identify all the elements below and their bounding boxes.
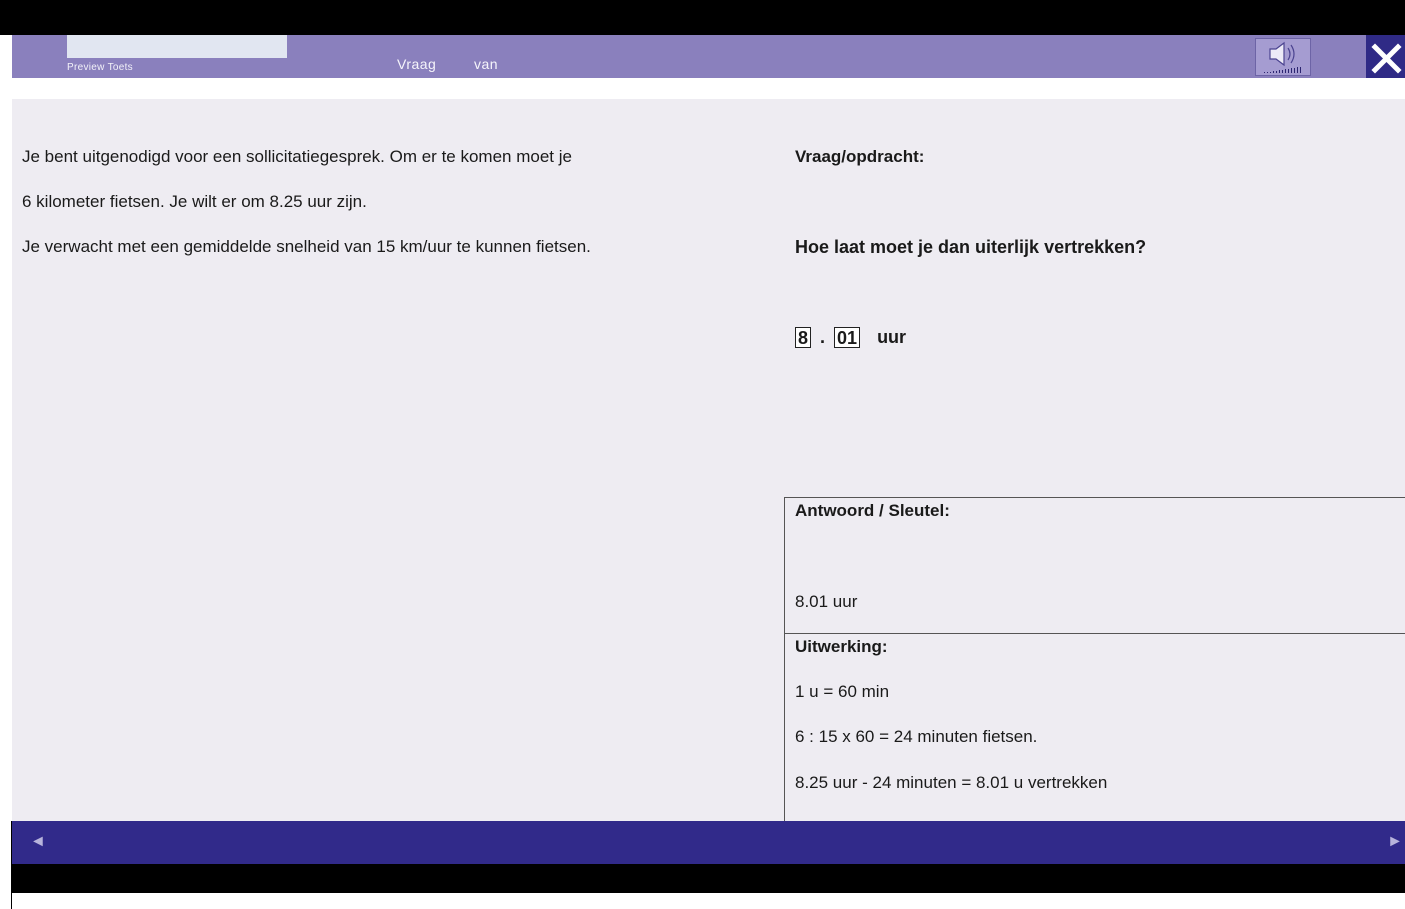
header-bar: Preview Toets Vraag van <box>12 35 1405 78</box>
previous-arrow-icon[interactable]: ◄ <box>30 833 46 851</box>
question-counter-of: van <box>474 56 499 72</box>
worked-solution-line-3: 8.25 uur - 24 minuten = 8.01 u vertrekke… <box>795 773 1108 792</box>
question-content: Je bent uitgenodigd voor een sollicitati… <box>12 99 1405 821</box>
left-edge-divider <box>11 821 12 909</box>
worked-solution-panel: Uitwerking: 1 u = 60 min 6 : 15 x 60 = 2… <box>784 634 1405 821</box>
top-black-bar <box>0 0 1405 35</box>
hours-input[interactable]: 8 <box>795 327 812 348</box>
bottom-black-bar <box>12 864 1405 893</box>
answer-key-panel: Antwoord / Sleutel: 8.01 uur <box>784 497 1405 634</box>
context-line-2: 6 kilometer fietsen. Je wilt er om 8.25 … <box>22 192 367 211</box>
worked-solution-heading: Uitwerking: <box>795 637 888 656</box>
context-line-3: Je verwacht met een gemiddelde snelheid … <box>22 237 591 256</box>
close-button[interactable] <box>1366 35 1405 78</box>
minutes-input[interactable]: 01 <box>834 327 861 348</box>
navigation-bar: ◄ ► <box>12 821 1405 864</box>
answer-key-value: 8.01 uur <box>795 592 858 611</box>
question-text: Hoe laat moet je dan uiterlijk vertrekke… <box>795 237 1147 257</box>
question-heading: Vraag/opdracht: <box>795 147 925 166</box>
header-gap <box>12 78 1405 99</box>
question-counter-label: Vraag <box>397 56 437 72</box>
next-arrow-icon[interactable]: ► <box>1387 833 1403 851</box>
preview-label: Preview Toets <box>67 62 133 73</box>
unit-label: uur <box>877 327 907 347</box>
context-line-1: Je bent uitgenodigd voor een sollicitati… <box>22 147 572 166</box>
speaker-button[interactable] <box>1255 38 1311 76</box>
answer-inputs: 8 . 01 uur <box>795 327 906 348</box>
worked-solution-line-1: 1 u = 60 min <box>795 682 890 701</box>
worked-solution-line-2: 6 : 15 x 60 = 24 minuten fietsen. <box>795 727 1038 746</box>
time-separator: . <box>820 327 826 347</box>
test-name-box <box>67 35 287 58</box>
speaker-icon <box>1264 41 1301 73</box>
answer-key-heading: Antwoord / Sleutel: <box>795 501 950 520</box>
close-icon <box>1371 43 1402 74</box>
